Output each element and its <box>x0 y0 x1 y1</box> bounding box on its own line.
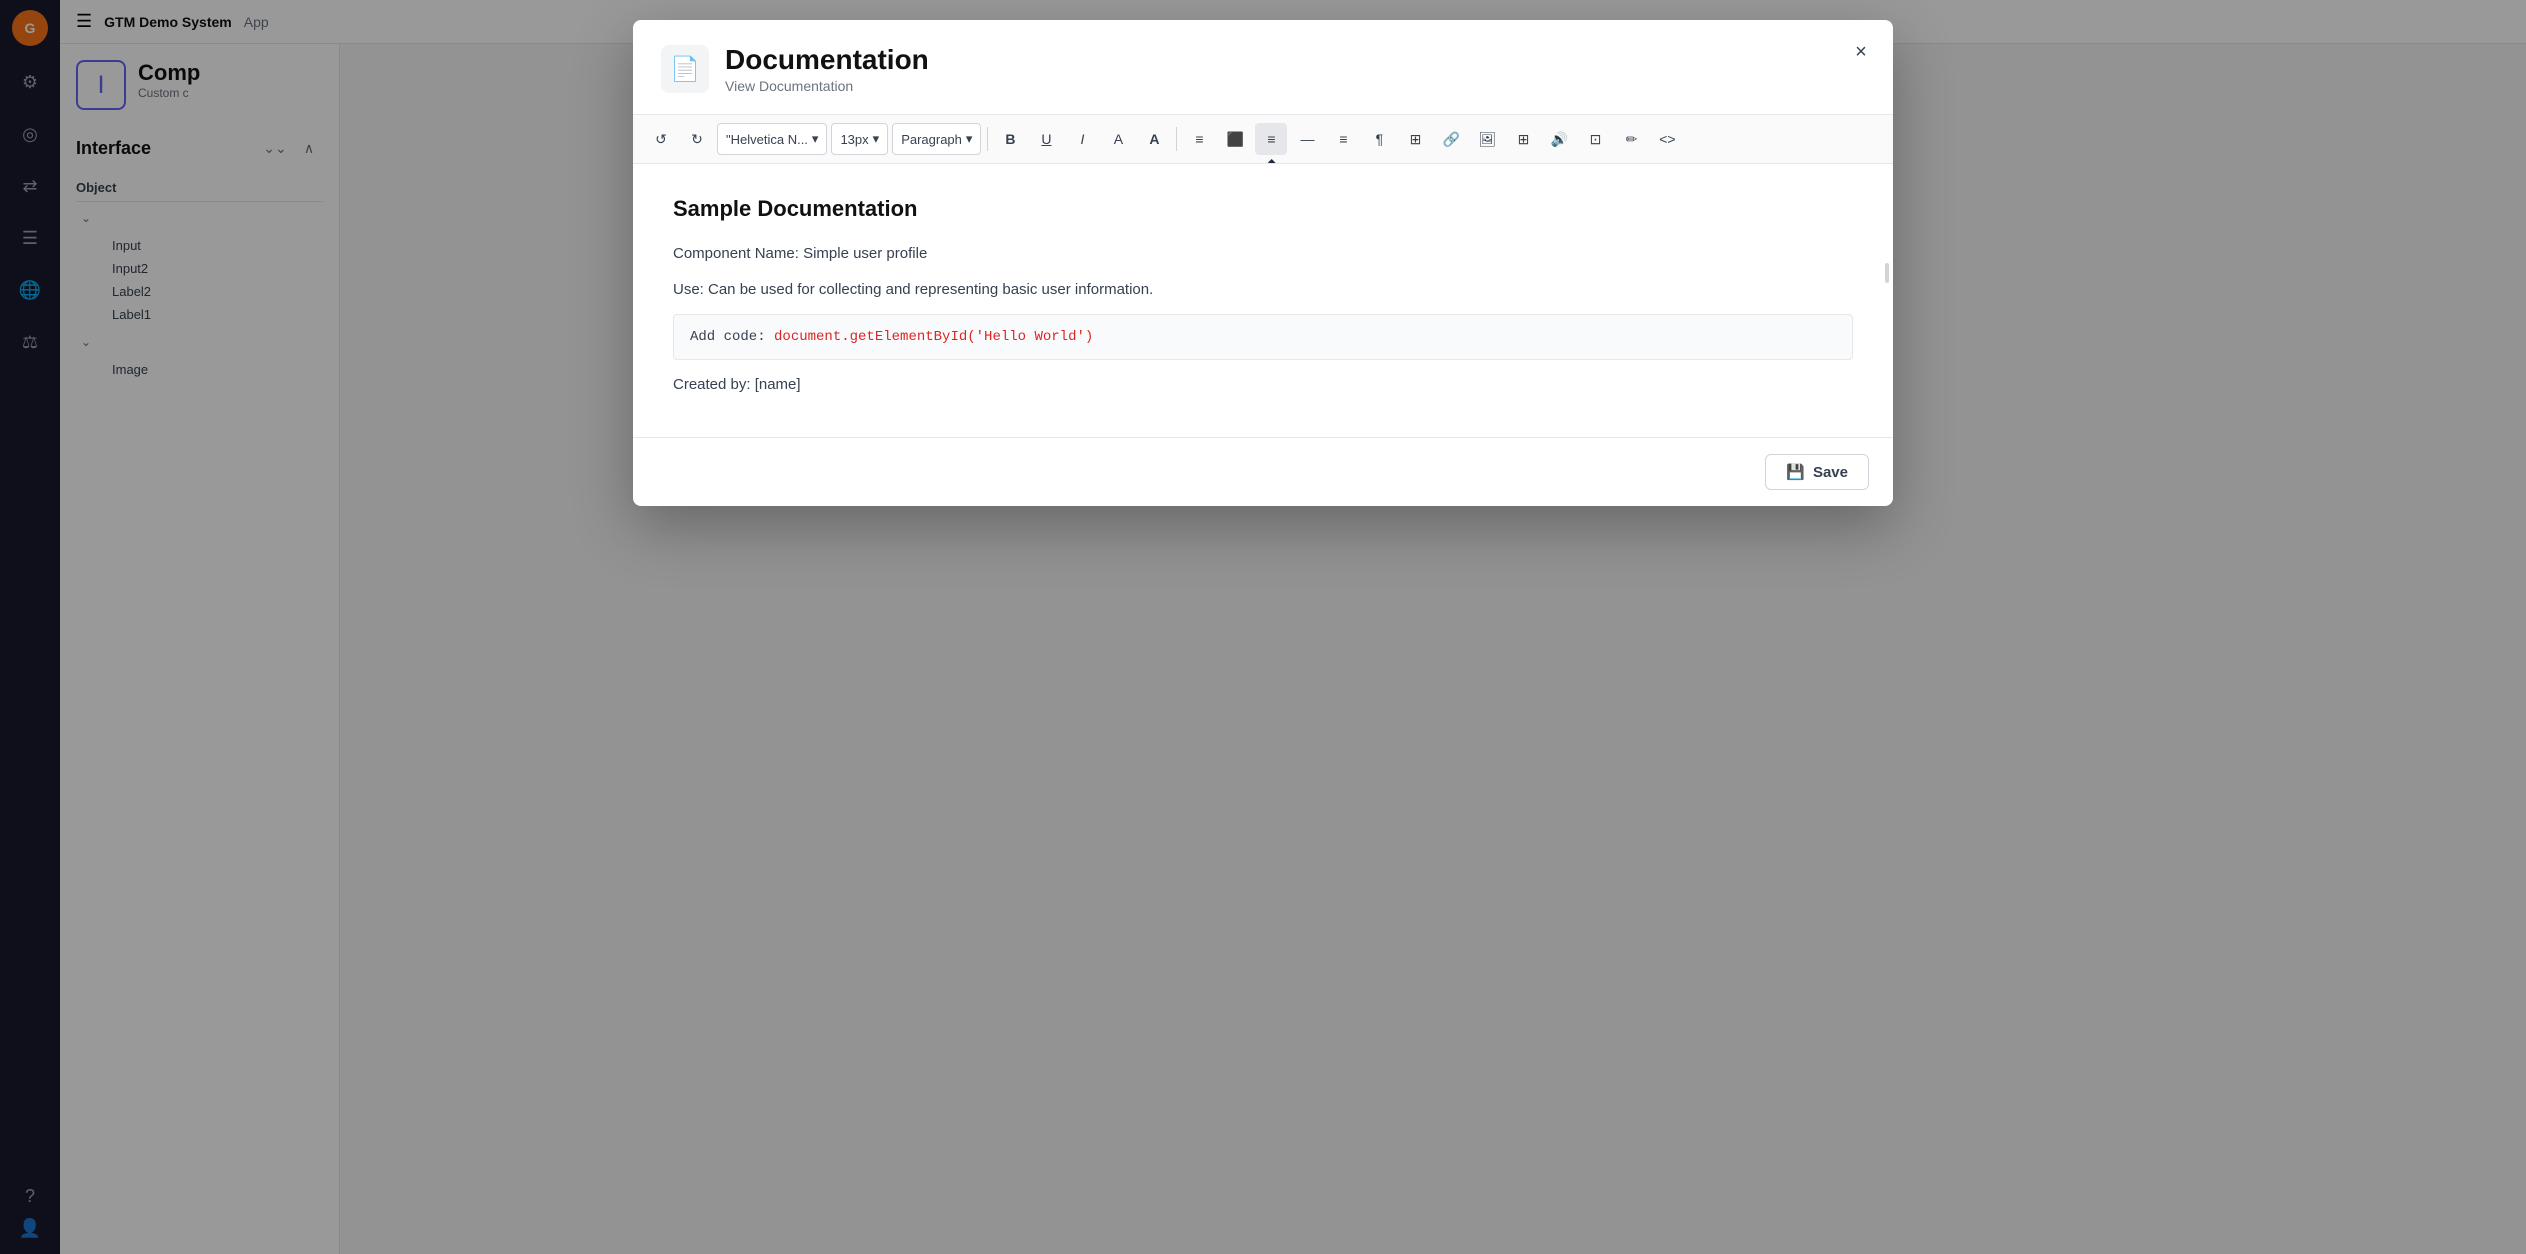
code-content: document.getElementById('Hello World') <box>774 329 1093 345</box>
font-color-button[interactable]: A <box>1102 123 1134 155</box>
font-family-label: "Helvetica N... <box>726 132 808 147</box>
documentation-modal: 📄 Documentation View Documentation × ↺ ↻… <box>633 20 1893 506</box>
doc-para-2: Use: Can be used for collecting and repr… <box>673 278 1853 302</box>
modal-title-area: Documentation View Documentation <box>725 44 929 94</box>
scrollbar[interactable] <box>1885 263 1889 283</box>
redo-button[interactable]: ↻ <box>681 123 713 155</box>
underline-button[interactable]: U <box>1030 123 1062 155</box>
editor-content: Sample Documentation Component Name: Sim… <box>633 164 1893 437</box>
ordered-list-button[interactable]: ≡ <box>1327 123 1359 155</box>
paint-button[interactable]: ✏ <box>1615 123 1647 155</box>
paragraph-label: Paragraph <box>901 132 962 147</box>
font-size-chevron-icon: ▾ <box>873 131 880 147</box>
modal-title: Documentation <box>725 44 929 76</box>
paragraph-mark-button[interactable]: ¶ <box>1363 123 1395 155</box>
font-family-select[interactable]: "Helvetica N... ▾ <box>717 123 827 155</box>
highlight-button[interactable]: A <box>1138 123 1170 155</box>
editor-toolbar: ↺ ↻ "Helvetica N... ▾ 13px ▾ Paragraph ▾… <box>633 115 1893 164</box>
font-size-select[interactable]: 13px ▾ <box>831 123 888 155</box>
paragraph-select[interactable]: Paragraph ▾ <box>892 123 981 155</box>
save-button[interactable]: 💾 Save <box>1765 454 1869 490</box>
modal-subtitle: View Documentation <box>725 78 929 94</box>
align-justify-button[interactable]: — <box>1291 123 1323 155</box>
code-button[interactable]: <> <box>1651 123 1683 155</box>
close-button[interactable]: × <box>1845 36 1877 68</box>
divider-1 <box>987 127 988 151</box>
image-button[interactable]: 🖼 <box>1471 123 1503 155</box>
modal-doc-icon: 📄 <box>661 45 709 93</box>
bold-button[interactable]: B <box>994 123 1026 155</box>
table2-button[interactable]: ⊡ <box>1579 123 1611 155</box>
align-center-button[interactable]: ⬛ <box>1219 123 1251 155</box>
divider-2 <box>1176 127 1177 151</box>
italic-button[interactable]: I <box>1066 123 1098 155</box>
modal-header: 📄 Documentation View Documentation × <box>633 20 1893 115</box>
paragraph-chevron-icon: ▾ <box>966 131 973 147</box>
modal-overlay: 📄 Documentation View Documentation × ↺ ↻… <box>0 0 2526 1254</box>
save-label: Save <box>1813 464 1848 481</box>
font-size-label: 13px <box>840 132 868 147</box>
doc-created: Created by: [name] <box>673 376 1853 393</box>
doc-heading: Sample Documentation <box>673 196 1853 222</box>
modal-footer: 💾 Save <box>633 437 1893 506</box>
embed-button[interactable]: ⊞ <box>1507 123 1539 155</box>
code-block: Add code: document.getElementById('Hello… <box>673 314 1853 360</box>
align-left-button[interactable]: ≡ <box>1183 123 1215 155</box>
undo-button[interactable]: ↺ <box>645 123 677 155</box>
code-prefix: Add code: <box>690 329 774 345</box>
table-button[interactable]: ⊞ <box>1399 123 1431 155</box>
align-right-button[interactable]: ≡ Align <box>1255 123 1287 155</box>
save-icon: 💾 <box>1786 463 1805 481</box>
doc-para-1: Component Name: Simple user profile <box>673 242 1853 266</box>
audio-button[interactable]: 🔊 <box>1543 123 1575 155</box>
link-button[interactable]: 🔗 <box>1435 123 1467 155</box>
font-family-chevron-icon: ▾ <box>812 131 819 147</box>
